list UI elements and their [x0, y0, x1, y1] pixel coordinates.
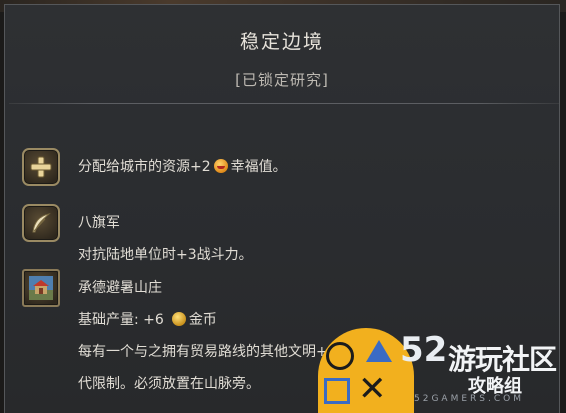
happiness-icon [213, 159, 228, 173]
triangle-button-icon [366, 340, 392, 362]
plus-icon [22, 148, 60, 186]
wonder-yield: 基础产量: +6 金币 [78, 309, 217, 329]
unit-description: 对抗陆地单位时+3战斗力。 [78, 247, 253, 263]
wonder-description-line2: 代限制。必须放置在山脉旁。 [78, 376, 260, 392]
circle-button-icon [326, 342, 354, 370]
bonus-resource-happiness: 分配给城市的资源+2 幸福值。 [78, 156, 287, 176]
locked-status: [已锁定研究] [235, 71, 329, 89]
cross-button-icon: ✕ [358, 369, 387, 409]
wonder-name: 承德避暑山庄 [78, 280, 162, 296]
feather-icon [22, 204, 60, 242]
yield-resource: 金币 [188, 312, 217, 328]
watermark-url: 52GAMERS.COM [414, 394, 524, 404]
yield-label: 基础产量: +6 [78, 312, 164, 328]
site-watermark: ✕ 52 游玩社区 攻略组 52GAMERS.COM [318, 328, 566, 413]
bonus-text: 分配给城市的资源+2 [78, 159, 211, 175]
tooltip-title: 稳定边境 [239, 31, 324, 53]
palace-icon [22, 269, 60, 307]
watermark-number: 52 [400, 330, 448, 370]
bonus-text-suffix: 幸福值。 [230, 159, 287, 175]
gold-icon [171, 312, 186, 326]
divider [9, 103, 559, 104]
square-button-icon [324, 378, 350, 404]
unit-name: 八旗军 [78, 215, 120, 231]
